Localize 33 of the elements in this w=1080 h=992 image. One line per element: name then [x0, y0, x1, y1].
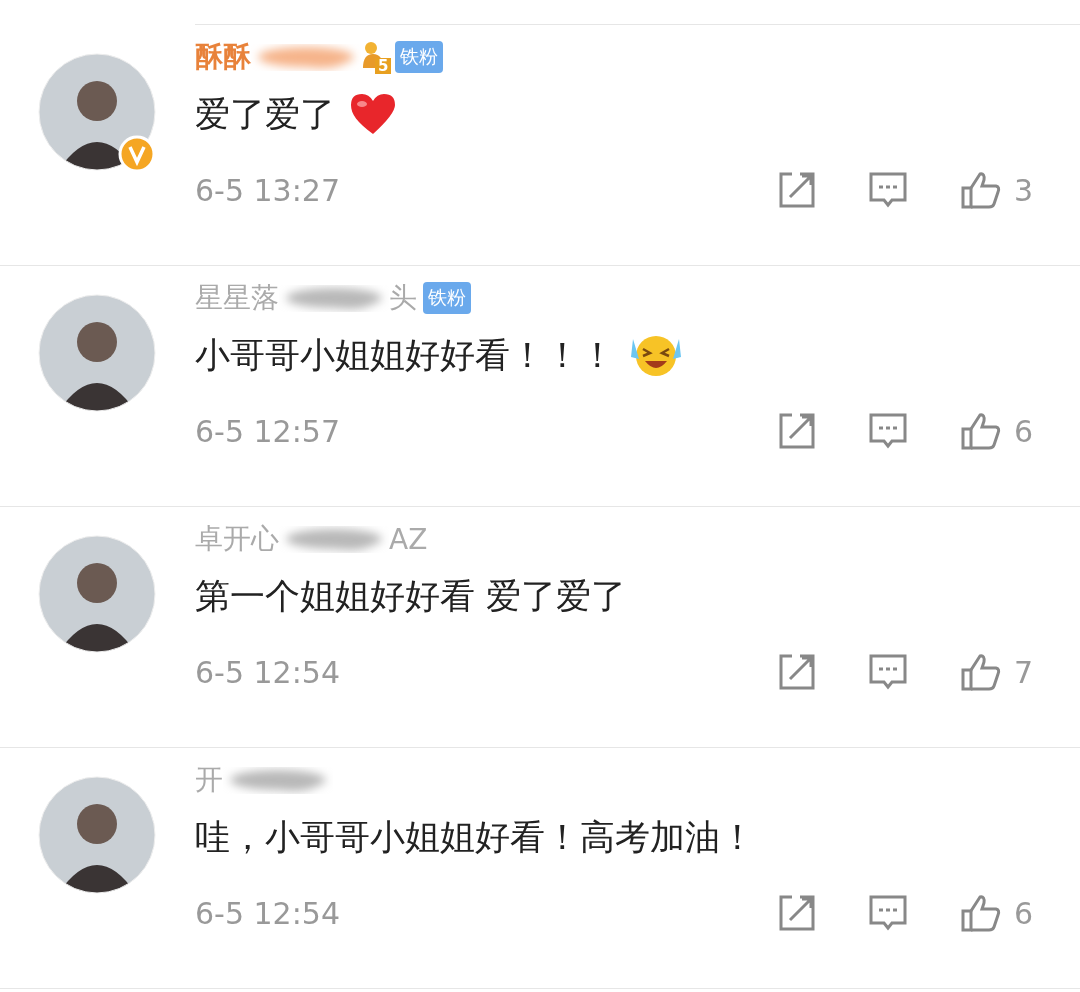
username[interactable]: AZ [389, 522, 428, 556]
share-icon[interactable] [778, 412, 816, 450]
comment-time: 6-5 12:54 [195, 654, 341, 690]
like-count: 3 [1014, 172, 1034, 208]
comment-time: 6-5 13:27 [195, 172, 341, 208]
thumbs-up-icon[interactable] [960, 652, 1002, 692]
share-icon[interactable] [778, 653, 816, 691]
comment-icon[interactable] [868, 412, 908, 450]
username[interactable]: 酥酥 [195, 38, 251, 76]
comment-text: 哇，小哥哥小姐姐好看！高考加油！ [195, 815, 755, 859]
fan-badge: 铁粉 [423, 282, 471, 314]
thumbs-up-icon[interactable] [960, 411, 1002, 451]
comment-time: 6-5 12:54 [195, 895, 341, 931]
like-count: 6 [1014, 895, 1034, 931]
thumbs-up-icon[interactable] [960, 893, 1002, 933]
username[interactable]: 星星落 [195, 279, 279, 317]
fan-badge: 铁粉 [395, 41, 443, 73]
like-count: 6 [1014, 413, 1034, 449]
comment-time: 6-5 12:57 [195, 413, 341, 449]
username[interactable]: 卓开心 [195, 520, 279, 558]
comment-text: 第一个姐姐好好看 爱了爱了 [195, 574, 627, 618]
comment-icon[interactable] [868, 171, 908, 209]
share-icon[interactable] [778, 171, 816, 209]
comment-text: 爱了爱了 [195, 92, 335, 136]
share-icon[interactable] [778, 894, 816, 932]
comment-icon[interactable] [868, 894, 908, 932]
thumbs-up-icon[interactable] [960, 170, 1002, 210]
comment-text: 小哥哥小姐姐好好看！！！ [195, 333, 615, 377]
username[interactable]: 开 [195, 761, 223, 799]
username[interactable]: 头 [389, 279, 417, 317]
level-badge: 5 [361, 40, 389, 74]
comment-icon[interactable] [868, 653, 908, 691]
like-count: 7 [1014, 654, 1034, 690]
